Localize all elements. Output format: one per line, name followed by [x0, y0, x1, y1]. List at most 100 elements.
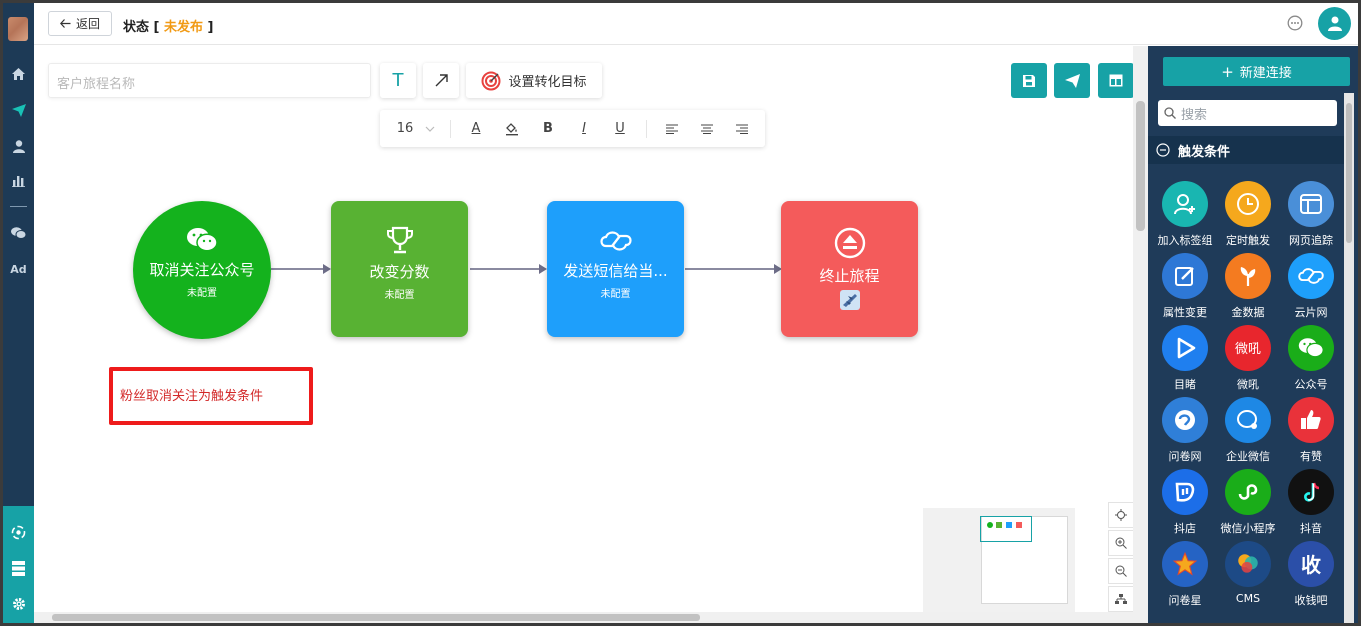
trigger-item[interactable]: 网页追踪 — [1279, 181, 1343, 253]
canvas-vertical-scrollbar[interactable] — [1133, 46, 1148, 623]
trigger-item[interactable]: 属性变更 — [1153, 253, 1217, 325]
new-connection-button[interactable]: + 新建连接 — [1163, 57, 1350, 86]
set-goal-label: 设置转化目标 — [508, 75, 587, 90]
flow-node-send-sms[interactable]: 发送短信给当... 未配置 — [547, 201, 684, 337]
message-icon[interactable] — [1287, 15, 1303, 35]
home-icon[interactable] — [3, 62, 34, 86]
flow-arrow — [271, 264, 331, 274]
save-button[interactable] — [1011, 63, 1047, 98]
center-view-button[interactable] — [1108, 502, 1134, 528]
trigger-item-label: 云片网 — [1294, 306, 1328, 319]
trigger-item[interactable]: 微信小程序 — [1216, 469, 1280, 541]
work-wechat-icon — [1225, 397, 1271, 443]
journey-name-input[interactable]: 客户旅程名称 — [48, 63, 371, 98]
gear-icon[interactable] — [3, 592, 34, 616]
set-goal-button[interactable]: 设置转化目标 — [466, 63, 602, 98]
trigger-item[interactable]: CMS — [1216, 541, 1280, 613]
flow-node-end-journey[interactable]: 终止旅程 — [781, 201, 918, 337]
layout-button[interactable] — [1098, 63, 1134, 98]
trigger-item[interactable]: 有赞 — [1279, 397, 1343, 469]
underline-button[interactable]: U — [608, 110, 632, 147]
trigger-item[interactable]: 目睹 — [1153, 325, 1217, 397]
node-title: 发送短信给当... — [563, 262, 668, 280]
trigger-item[interactable]: 问卷星 — [1153, 541, 1217, 613]
minimap-viewport[interactable] — [980, 516, 1032, 542]
left-nav-rail: Ad — [3, 3, 34, 623]
trigger-item[interactable]: 企业微信 — [1216, 397, 1280, 469]
rail-bottom-section — [3, 506, 34, 623]
cloud-link-icon — [599, 231, 632, 251]
align-right-button[interactable] — [730, 110, 754, 147]
search-input[interactable]: 搜索 — [1158, 100, 1337, 126]
doudian-icon — [1162, 469, 1208, 515]
trigger-item[interactable]: 抖店 — [1153, 469, 1217, 541]
font-color-button[interactable]: A — [464, 110, 488, 147]
ad-icon[interactable]: Ad — [3, 257, 34, 281]
trigger-item[interactable]: 抖音 — [1279, 469, 1343, 541]
align-center-icon — [701, 124, 713, 134]
cms-icon — [1225, 541, 1271, 587]
trigger-item-label: 加入标签组 — [1157, 234, 1213, 247]
component-panel: + 新建连接 搜索 触发条件 加入标签组 定时触发 网页追踪 属性变更 金数据 云片网目睹… — [1148, 46, 1358, 623]
align-left-button[interactable] — [660, 110, 684, 147]
target-icon — [481, 71, 501, 90]
back-button[interactable]: 返回 — [48, 11, 112, 36]
app-window: Ad 返回 状态 [ 未发布 ] 客户旅程名称 T 设置转化目标 16 A B … — [3, 3, 1358, 623]
trigger-item[interactable]: 问卷网 — [1153, 397, 1217, 469]
node-subtitle: 未配置 — [187, 288, 217, 299]
font-size-select[interactable]: 16 — [386, 110, 446, 147]
bold-button[interactable]: B — [536, 110, 560, 147]
trigger-item[interactable]: 定时触发 — [1216, 181, 1280, 253]
section-trigger-conditions[interactable]: 触发条件 — [1148, 136, 1344, 164]
trigger-item[interactable]: 收收钱吧 — [1279, 541, 1343, 613]
fit-view-button[interactable] — [1108, 586, 1134, 612]
zoom-in-button[interactable] — [1108, 530, 1134, 556]
community-icon[interactable] — [3, 520, 34, 544]
eject-icon — [834, 227, 865, 259]
align-center-button[interactable] — [695, 110, 719, 147]
send-icon[interactable] — [3, 98, 34, 122]
node-title: 改变分数 — [369, 263, 430, 281]
journey-canvas[interactable]: 客户旅程名称 T 设置转化目标 16 A B I U 取消关注公众号 未配置 改… — [34, 46, 1134, 614]
trigger-item[interactable]: 加入标签组 — [1153, 181, 1217, 253]
trigger-item[interactable]: 云片网 — [1279, 253, 1343, 325]
minimap[interactable] — [923, 508, 1075, 614]
wechat-icon — [1288, 325, 1334, 371]
wechat-icon[interactable] — [3, 221, 34, 245]
server-icon[interactable] — [3, 556, 34, 580]
annotation-note[interactable]: 粉丝取消关注为触发条件 — [109, 367, 313, 425]
trigger-item[interactable]: 公众号 — [1279, 325, 1343, 397]
trigger-item-label: 目睹 — [1174, 378, 1196, 391]
text-tool-icon: T — [392, 70, 404, 91]
trigger-item-label: 有赞 — [1300, 450, 1322, 463]
user-icon[interactable] — [3, 134, 34, 158]
trigger-item[interactable]: 微吼 微吼 — [1216, 325, 1280, 397]
text-tool-button[interactable]: T — [380, 63, 416, 98]
trigger-item-label: 微吼 — [1237, 378, 1259, 391]
sprout-icon — [1225, 253, 1271, 299]
back-label: 返回 — [75, 17, 100, 31]
publish-button[interactable] — [1054, 63, 1090, 98]
save-icon — [1023, 74, 1035, 87]
avatar[interactable] — [1318, 7, 1351, 40]
arrow-left-icon — [59, 19, 71, 28]
canvas-horizontal-scrollbar[interactable] — [34, 612, 1133, 623]
trigger-item-label: 微信小程序 — [1220, 522, 1276, 535]
italic-button[interactable]: I — [572, 110, 596, 147]
zoom-out-button[interactable] — [1108, 558, 1134, 584]
minimap-nodes — [987, 522, 1022, 528]
arrow-tool-button[interactable] — [423, 63, 459, 98]
flow-node-change-score[interactable]: 改变分数 未配置 — [331, 201, 468, 337]
rail-divider — [10, 206, 27, 207]
flow-node-unfollow[interactable]: 取消关注公众号 未配置 — [133, 201, 271, 339]
trigger-item[interactable]: 金数据 — [1216, 253, 1280, 325]
airplane-icon — [839, 290, 860, 310]
bar-chart-icon[interactable] — [3, 169, 34, 193]
node-subtitle: 未配置 — [600, 289, 631, 300]
tiktok-icon — [1288, 469, 1334, 515]
node-title: 终止旅程 — [819, 267, 880, 285]
edit-icon — [1162, 253, 1208, 299]
trigger-item-label: 抖音 — [1300, 522, 1322, 535]
panel-scrollbar[interactable] — [1344, 93, 1354, 623]
fill-color-button[interactable] — [500, 110, 524, 147]
